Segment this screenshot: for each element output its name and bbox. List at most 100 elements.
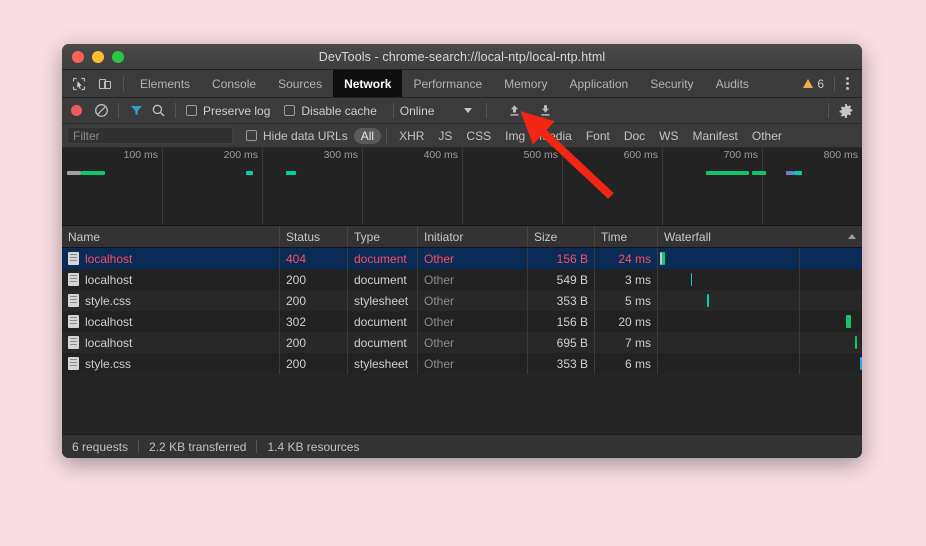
- tab-memory[interactable]: Memory: [493, 70, 558, 97]
- cell-initiator: Other: [418, 311, 528, 332]
- overview-gridline: [762, 148, 763, 225]
- cell-time: 3 ms: [595, 269, 658, 290]
- close-window-button[interactable]: [72, 50, 84, 63]
- tab-security[interactable]: Security: [639, 70, 704, 97]
- column-header-size[interactable]: Size: [528, 226, 595, 247]
- hide-data-urls-box: [246, 130, 257, 141]
- filter-type-css[interactable]: CSS: [459, 128, 498, 144]
- toggle-device-toolbar-icon[interactable]: [92, 70, 118, 97]
- throttling-dropdown[interactable]: Online: [400, 104, 473, 118]
- filter-type-xhr[interactable]: XHR: [392, 128, 431, 144]
- requests-table: Name Status Type Initiator Size Time Wat…: [62, 226, 862, 434]
- cell-initiator: Other: [418, 353, 528, 374]
- devtools-tabbar: Elements Console Sources Network Perform…: [62, 70, 862, 98]
- document-icon: [68, 315, 79, 328]
- cell-waterfall: [658, 353, 862, 374]
- export-har-icon[interactable]: [534, 101, 556, 121]
- request-name-label: localhost: [85, 272, 133, 287]
- overview-gridline: [362, 148, 363, 225]
- search-icon[interactable]: [147, 101, 169, 121]
- table-row[interactable]: style.css 200 stylesheet Other 353 B6 ms: [62, 353, 862, 374]
- window-titlebar: DevTools - chrome-search://local-ntp/loc…: [62, 44, 862, 70]
- document-icon: [68, 336, 79, 349]
- tab-console[interactable]: Console: [201, 70, 267, 97]
- filter-type-doc[interactable]: Doc: [617, 128, 652, 144]
- overview-tick-label: 500 ms: [523, 149, 558, 161]
- minimize-window-button[interactable]: [92, 50, 104, 63]
- maximize-window-button[interactable]: [112, 50, 124, 63]
- cell-waterfall: [658, 269, 862, 290]
- waterfall-gridline: [798, 269, 800, 290]
- table-row[interactable]: localhost 200 document Other 695 B7 ms: [62, 332, 862, 353]
- request-name-label: localhost: [85, 335, 133, 350]
- chevron-down-icon: [464, 108, 473, 113]
- filter-type-js[interactable]: JS: [431, 128, 459, 144]
- filter-type-all[interactable]: All: [353, 127, 382, 144]
- cell-status: 200: [280, 290, 348, 311]
- preserve-log-checkbox[interactable]: Preserve log: [186, 104, 270, 118]
- column-header-initiator[interactable]: Initiator: [418, 226, 528, 247]
- tab-performance[interactable]: Performance: [402, 70, 493, 97]
- cell-size: 695 B: [528, 332, 595, 353]
- request-name-label: localhost: [85, 314, 133, 329]
- overview-tick-label: 200 ms: [223, 149, 258, 161]
- hide-data-urls-checkbox[interactable]: Hide data URLs: [246, 129, 348, 143]
- cell-type: stylesheet: [348, 353, 418, 374]
- cell-initiator: Other: [418, 332, 528, 353]
- more-options-icon[interactable]: [837, 77, 858, 90]
- tab-sources[interactable]: Sources: [267, 70, 333, 97]
- import-har-icon[interactable]: [503, 101, 525, 121]
- filter-type-manifest[interactable]: Manifest: [686, 128, 745, 144]
- clear-icon[interactable]: [90, 101, 112, 121]
- cell-waterfall: [658, 248, 862, 269]
- overview-request-bar: [246, 171, 254, 175]
- tab-elements[interactable]: Elements: [129, 70, 201, 97]
- waterfall-bar: [662, 252, 665, 265]
- record-button[interactable]: [71, 105, 82, 116]
- cell-initiator: Other: [418, 248, 528, 269]
- warning-count-label: 6: [817, 76, 824, 91]
- filter-input[interactable]: [67, 127, 233, 144]
- filter-type-media[interactable]: Media: [532, 128, 579, 144]
- sort-ascending-icon: [848, 234, 856, 239]
- filter-type-img[interactable]: Img: [498, 128, 532, 144]
- filter-type-ws[interactable]: WS: [652, 128, 685, 144]
- warning-counter[interactable]: 6: [795, 77, 832, 91]
- table-row[interactable]: localhost 302 document Other 156 B 20 ms: [62, 311, 862, 332]
- inspect-element-icon[interactable]: [66, 70, 92, 97]
- tab-application[interactable]: Application: [558, 70, 639, 97]
- table-row[interactable]: style.css 200 stylesheet Other 353 B5 ms: [62, 290, 862, 311]
- cell-type: document: [348, 311, 418, 332]
- tab-network[interactable]: Network: [333, 70, 403, 97]
- request-name-label: localhost: [85, 251, 133, 266]
- overview-gridline: [162, 148, 163, 225]
- cell-status: 200: [280, 353, 348, 374]
- disable-cache-checkbox[interactable]: Disable cache: [284, 103, 377, 118]
- settings-gear-button[interactable]: [822, 103, 862, 119]
- filter-icon[interactable]: [125, 101, 147, 121]
- table-row[interactable]: localhost 200 document Other 549 B3 ms: [62, 269, 862, 290]
- cell-status: 200: [280, 332, 348, 353]
- column-header-time[interactable]: Time: [595, 226, 658, 247]
- cell-time: 24 ms: [595, 248, 658, 269]
- filter-type-font[interactable]: Font: [579, 128, 617, 144]
- column-header-type[interactable]: Type: [348, 226, 418, 247]
- column-header-name[interactable]: Name: [62, 226, 280, 247]
- toolbar-divider-1: [118, 103, 119, 118]
- waterfall-bar: [706, 294, 709, 307]
- tab-audits[interactable]: Audits: [705, 70, 760, 97]
- type-filter-divider: [386, 128, 388, 143]
- cell-name: localhost: [62, 311, 280, 332]
- network-control-toolbar: Preserve log Disable cache Online: [62, 98, 862, 124]
- filter-type-other[interactable]: Other: [745, 128, 789, 144]
- column-header-status[interactable]: Status: [280, 226, 348, 247]
- network-timeline-overview[interactable]: 100 ms 200 ms 300 ms 400 ms 500 ms 600 ms 700 …: [62, 148, 862, 226]
- toolbar-divider-5: [828, 103, 829, 118]
- toolbar-divider-4: [486, 103, 488, 118]
- disable-cache-label: Disable cache: [301, 103, 377, 118]
- network-filter-bar: Hide data URLs All XHR JS CSS Img Media …: [62, 124, 862, 148]
- tabbar-right-group: 6: [795, 70, 862, 97]
- table-row[interactable]: localhost 404 document Other 156 B 24 ms: [62, 248, 862, 269]
- column-header-waterfall[interactable]: Waterfall: [658, 226, 862, 247]
- requests-table-header: Name Status Type Initiator Size Time Wat…: [62, 226, 862, 248]
